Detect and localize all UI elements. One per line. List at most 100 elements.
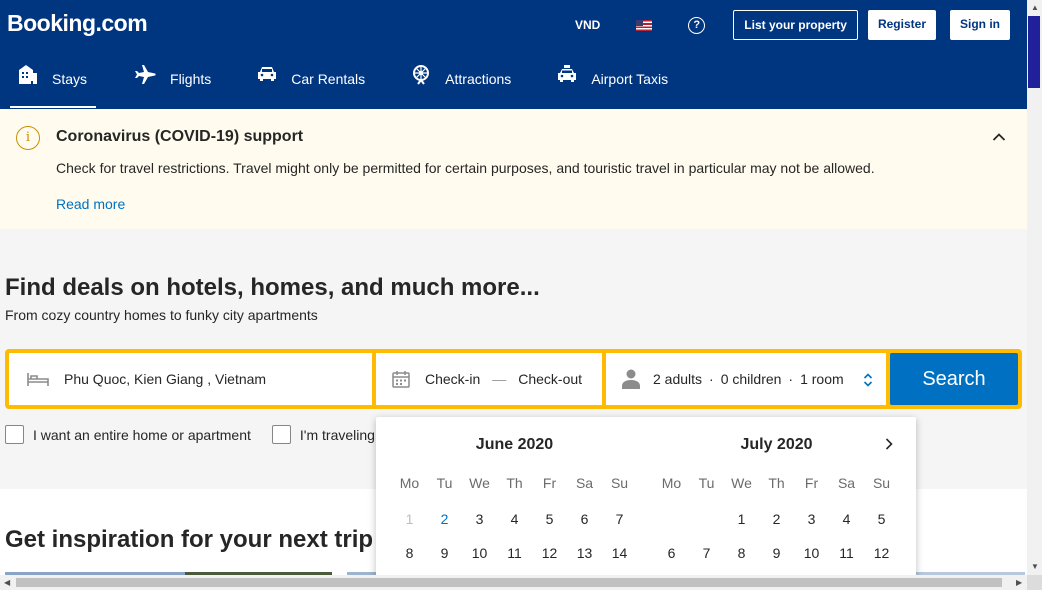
calendar-day[interactable]: 10 [462,545,497,561]
calendar-day[interactable]: 6 [654,545,689,561]
nav-tab-label: Flights [170,71,212,87]
plane-icon [135,65,156,84]
weekday-label: Th [506,475,523,491]
date-picker-popup: June 2020 Mo Tu We Th Fr Sa Su 1 2 3 4 5… [376,417,916,590]
calendar-day[interactable]: 4 [829,511,864,527]
calendar-day[interactable]: 14 [602,545,637,561]
weekday-label: Mo [661,475,682,491]
calendar-day[interactable]: 5 [864,511,899,527]
traveling-option[interactable]: I'm traveling [271,425,375,444]
guests-field[interactable]: 2 adults · 0 children · 1 room [606,353,886,405]
calendar-day[interactable]: 7 [689,545,724,561]
header-actions: VND ? List your property Register Sign i… [575,10,1010,40]
dates-field[interactable]: Check-in — Check-out [376,353,602,405]
scrollbar-corner [1027,575,1042,590]
calendar-day[interactable]: 12 [864,545,899,561]
calendar-day-today[interactable]: 2 [427,511,462,527]
entire-home-checkbox[interactable] [5,425,24,444]
chevron-up-down-icon [863,373,873,387]
calendar-day[interactable]: 3 [462,511,497,527]
check-in-label[interactable]: Check-in [425,371,480,387]
calendar-day[interactable]: 11 [497,545,532,561]
bed-building-icon [19,65,37,84]
next-month-chevron-icon[interactable] [882,437,896,456]
weekday-label: Sa [575,475,594,491]
search-box: Phu Quoc, Kien Giang , Vietnam Check-in … [5,349,1022,409]
calendar-day[interactable]: 4 [497,511,532,527]
search-options: I want an entire home or apartment I'm t… [5,425,396,444]
calendar-day[interactable]: 13 [567,545,602,561]
scroll-left-arrow-icon[interactable]: ◀ [4,578,10,587]
nav-tab-stays[interactable]: Stays [10,58,97,109]
calendar-day[interactable]: 1 [724,511,759,527]
nav-tab-car-rentals[interactable]: Car Rentals [255,58,365,109]
date-separator: — [492,371,507,387]
nav-tab-flights[interactable]: Flights [134,58,211,109]
weekday-label: Th [768,475,785,491]
info-icon: i [16,126,40,150]
calendar-day-disabled: 1 [405,511,414,527]
covid-banner: i Coronavirus (COVID-19) support Check f… [0,109,1027,229]
entire-home-option[interactable]: I want an entire home or apartment [5,425,251,444]
product-nav: Stays Flights Car Rentals Attractions Ai… [10,58,712,109]
vertical-scroll-thumb[interactable] [1028,16,1040,88]
chevron-up-icon[interactable] [991,129,1007,150]
weekday-label: We [469,475,490,491]
calendar-day[interactable]: 7 [602,511,637,527]
scroll-down-arrow-icon[interactable]: ▼ [1031,562,1039,571]
scroll-up-arrow-icon[interactable]: ▲ [1031,3,1039,12]
calendar-day[interactable]: 12 [532,545,567,561]
destination-value: Phu Quoc, Kien Giang , Vietnam [64,371,267,387]
calendar-day[interactable]: 2 [759,511,794,527]
vertical-scrollbar[interactable]: ▲ ▼ [1027,0,1042,575]
covid-text: Check for travel restrictions. Travel mi… [56,160,875,176]
calendar-day[interactable]: 6 [567,511,602,527]
children-count: 0 children [720,371,782,387]
logo-suffix: .com [95,10,148,36]
calendar-day[interactable]: 3 [794,511,829,527]
logo-text: Booking [7,10,96,36]
calendar-day[interactable]: 8 [724,545,759,561]
taxi-icon [558,65,577,82]
calendar-day[interactable]: 9 [427,545,462,561]
calendar-icon [392,371,410,388]
calendar-day[interactable]: 5 [532,511,567,527]
currency-selector[interactable]: VND [575,18,600,32]
us-flag-icon[interactable] [636,19,653,31]
weekday-label: Sa [837,475,856,491]
register-button[interactable]: Register [867,10,936,40]
ferris-wheel-icon [413,65,430,85]
sign-in-button[interactable]: Sign in [950,10,1010,40]
car-icon [258,67,277,81]
month-title: June 2020 [475,436,554,453]
calendar-day[interactable]: 8 [392,545,427,561]
traveling-checkbox[interactable] [271,425,291,444]
check-out-label[interactable]: Check-out [518,371,582,387]
calendar-week: 6 7 8 9 10 11 12 [654,545,899,561]
read-more-link[interactable]: Read more [56,196,125,212]
calendar-day[interactable]: 9 [759,545,794,561]
horizontal-scrollbar[interactable]: ◀ ▶ [0,575,1027,590]
list-property-button[interactable]: List your property [733,10,858,40]
calendar-day[interactable]: 10 [794,545,829,561]
search-button[interactable]: Search [890,353,1018,405]
nav-tab-label: Attractions [445,71,512,87]
horizontal-scroll-thumb[interactable] [16,578,1002,587]
top-header: Booking.com VND ? List your property Reg… [0,0,1027,109]
help-icon[interactable]: ? [688,16,706,34]
calendar-month-june: June 2020 Mo Tu We Th Fr Sa Su 1 2 3 4 5… [392,417,637,561]
nav-tab-airport-taxis[interactable]: Airport Taxis [555,58,668,109]
page-title: Find deals on hotels, homes, and much mo… [5,274,540,301]
scroll-right-arrow-icon[interactable]: ▶ [1016,578,1022,587]
nav-tab-attractions[interactable]: Attractions [409,58,511,109]
rooms-count: 1 room [800,371,844,387]
weekday-label: Su [610,475,629,491]
weekday-label: Su [872,475,891,491]
destination-field[interactable]: Phu Quoc, Kien Giang , Vietnam [9,353,372,405]
weekday-label: Mo [399,475,420,491]
booking-logo[interactable]: Booking.com [7,10,148,37]
weekday-header: Mo Tu We Th Fr Sa Su [392,475,637,491]
weekday-label: We [731,475,752,491]
calendar-day[interactable]: 11 [829,545,864,561]
weekday-label: Fr [542,475,557,491]
